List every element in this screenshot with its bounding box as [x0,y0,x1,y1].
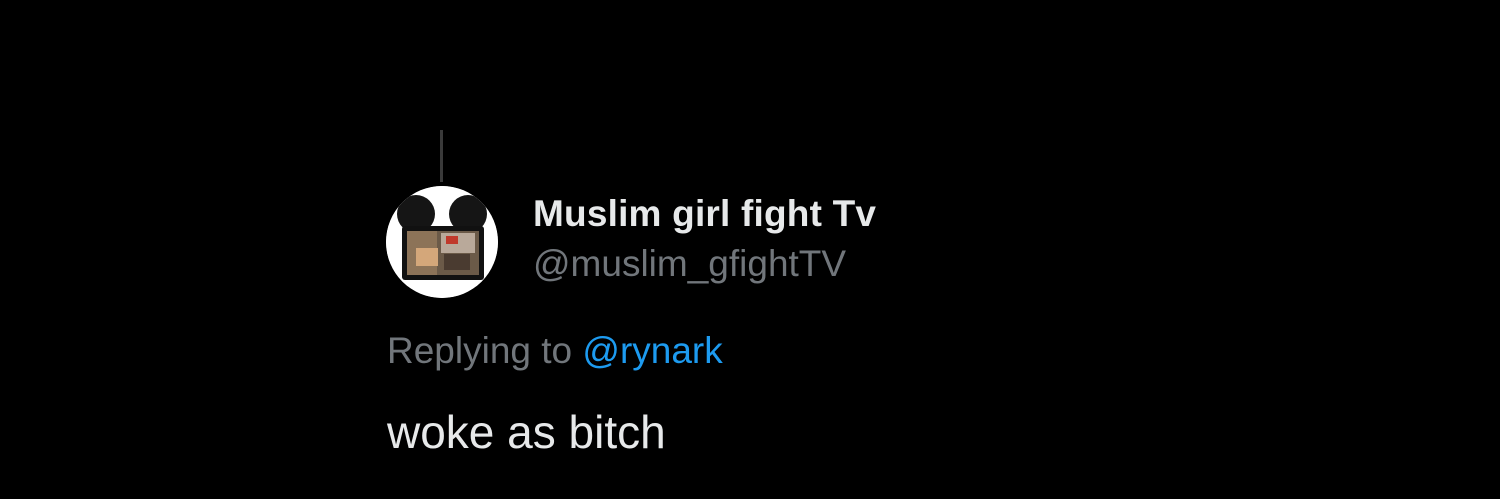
replying-to-label: Replying to [387,330,573,371]
replying-to-line: Replying to @rynark [387,330,723,372]
author-avatar[interactable] [386,186,498,298]
thread-connector-line [440,130,443,182]
tweet-body-text: woke as bitch [387,406,666,458]
mouse-ears-tv-avatar-icon [386,186,498,298]
author-display-name[interactable]: Muslim girl fight Tv [533,193,876,235]
reply-mention-link[interactable]: @rynark [582,330,722,371]
author-handle[interactable]: @muslim_gfightTV [533,243,846,285]
